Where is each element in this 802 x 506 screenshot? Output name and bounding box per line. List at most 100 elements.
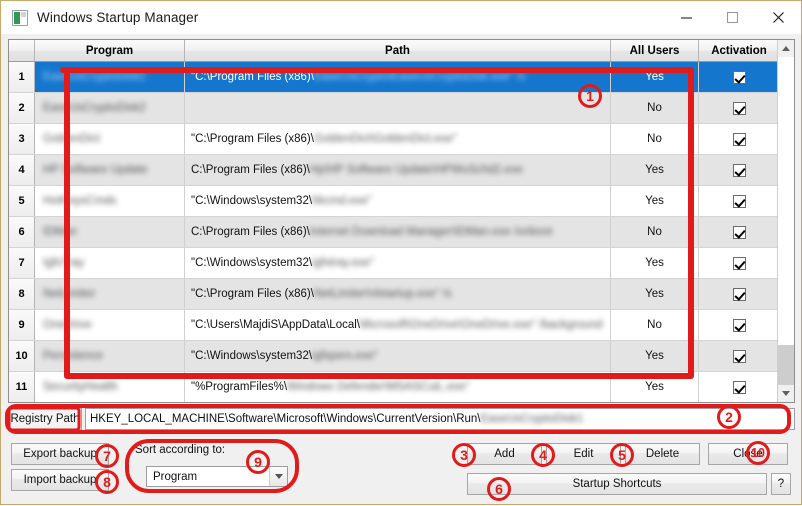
cell-program-value: NetLimiter [43, 288, 96, 300]
scrollbar-thumb[interactable] [778, 345, 794, 385]
cell-program[interactable]: GoldenDict [35, 124, 185, 154]
cell-all-users: Yes [611, 248, 699, 278]
grid-vertical-scrollbar[interactable] [777, 40, 794, 402]
activation-checkbox[interactable] [732, 70, 746, 84]
cell-path[interactable]: "C:\Windows\system32\ igfxpers.exe" [185, 341, 611, 371]
scroll-up-button[interactable] [778, 40, 794, 57]
column-header-path[interactable]: Path [185, 40, 611, 61]
table-row[interactable]: 11 SecurityHealth "%ProgramFiles%\ Windows … [9, 372, 794, 402]
dropdown-arrow-button[interactable] [269, 467, 287, 486]
cell-path[interactable]: C:\Program Files (x86)\ Internet Download… [185, 217, 611, 247]
activation-checkbox[interactable] [732, 225, 746, 239]
export-backup-button[interactable]: Export backup [11, 443, 109, 465]
maximize-button[interactable] [709, 1, 755, 34]
cell-activation[interactable] [699, 217, 779, 247]
cell-activation[interactable] [699, 341, 779, 371]
cell-program[interactable]: IDMan [35, 217, 185, 247]
activation-checkbox[interactable] [732, 287, 746, 301]
cell-path[interactable]: "C:\Windows\system32\ hkcmd.exe" [185, 186, 611, 216]
cell-path[interactable]: "C:\Program Files (x86)\ GoldenDict\Golde… [185, 124, 611, 154]
startup-shortcuts-button[interactable]: Startup Shortcuts [467, 473, 767, 495]
table-row[interactable]: 4 HP Software Update C:\Program Files (x86… [9, 155, 794, 186]
cell-program[interactable]: EaseUsCryptoDisk1 [35, 62, 185, 92]
minimize-button[interactable] [663, 1, 709, 34]
close-button[interactable]: Close [708, 443, 788, 465]
cell-program-value: Persistence [43, 350, 104, 362]
table-row[interactable]: 3 GoldenDict "C:\Program Files (x86)\ Golde… [9, 124, 794, 155]
cell-path[interactable]: "%ProgramFiles%\ Windows Defender\MSASCui… [185, 372, 611, 402]
table-row[interactable]: 8 NetLimiter "C:\Program Files (x86)\ NetLi… [9, 279, 794, 310]
cell-path[interactable]: "C:\Program Files (x86)\ NetLimiter\nlsta… [185, 279, 611, 309]
activation-checkbox[interactable] [732, 132, 746, 146]
activation-checkbox[interactable] [732, 380, 746, 394]
activation-checkbox[interactable] [732, 163, 746, 177]
cell-activation[interactable] [699, 248, 779, 278]
cell-path[interactable]: C:\Program Files (x86)\ Hp\HP Software Up… [185, 155, 611, 185]
delete-button[interactable]: Delete [625, 443, 700, 465]
column-header-activation[interactable]: Activation [699, 40, 779, 61]
cell-program-value: EaseUsCryptoDisk2 [43, 102, 146, 114]
cell-program-value: HP Software Update [43, 164, 148, 176]
cell-path[interactable]: "C:\Windows\system32\ igfxtray.exe" [185, 248, 611, 278]
table-row[interactable]: 1 EaseUsCryptoDisk1 "C:\Program Files (x86… [9, 62, 794, 93]
cell-program[interactable]: NetLimiter [35, 279, 185, 309]
cell-activation[interactable] [699, 124, 779, 154]
cell-program-value: IgfxTray [43, 257, 85, 269]
cell-path[interactable] [185, 93, 611, 123]
cell-activation[interactable] [699, 62, 779, 92]
cell-program[interactable]: Persistence [35, 341, 185, 371]
sort-according-to-label: Sort according to: [135, 444, 226, 456]
cell-path[interactable]: "C:\Program Files (x86)\ EaseUsCrypto\Eas… [185, 62, 611, 92]
scroll-down-button[interactable] [778, 385, 794, 402]
close-window-button[interactable] [755, 1, 801, 34]
activation-checkbox[interactable] [732, 256, 746, 270]
cell-program[interactable]: IgfxTray [35, 248, 185, 278]
activation-checkbox[interactable] [732, 349, 746, 363]
cell-path-value-redacted: igfxpers.exe" [312, 350, 379, 362]
chevron-up-icon [782, 46, 790, 51]
cell-program[interactable]: HotKeysCmds [35, 186, 185, 216]
registry-path-value-redacted: EaseUsCryptoDisk1 [480, 413, 584, 425]
maximize-icon [726, 11, 738, 24]
edit-button[interactable]: Edit [546, 443, 621, 465]
cell-program[interactable]: EaseUsCryptoDisk2 [35, 93, 185, 123]
grid-body[interactable]: 1 EaseUsCryptoDisk1 "C:\Program Files (x86… [9, 62, 794, 402]
activation-checkbox[interactable] [732, 101, 746, 115]
cell-activation[interactable] [699, 310, 779, 340]
cell-program[interactable]: HP Software Update [35, 155, 185, 185]
table-row[interactable]: 2 EaseUsCryptoDisk2 No [9, 93, 794, 124]
activation-checkbox[interactable] [732, 194, 746, 208]
cell-all-users: No [611, 217, 699, 247]
import-backup-button[interactable]: Import backup [11, 469, 109, 491]
cell-path[interactable]: "C:\Users\MajdiS\AppData\Local\ Microsoft… [185, 310, 611, 340]
column-header-program[interactable]: Program [35, 40, 185, 61]
table-row[interactable]: 9 OneDrive "C:\Users\MajdiS\AppData\Local\… [9, 310, 794, 341]
table-row[interactable]: 6 IDMan C:\Program Files (x86)\ Internet Do… [9, 217, 794, 248]
cell-program[interactable]: OneDrive [35, 310, 185, 340]
column-header-all-users[interactable]: All Users [611, 40, 699, 61]
cell-activation[interactable] [699, 93, 779, 123]
minimize-icon [680, 17, 692, 19]
table-row[interactable]: 10 Persistence "C:\Windows\system32\ igfxpe… [9, 341, 794, 372]
row-number: 5 [9, 186, 35, 216]
registry-path-input[interactable]: HKEY_LOCAL_MACHINE\Software\Microsoft\Wi… [85, 408, 795, 430]
row-number: 8 [9, 279, 35, 309]
cell-activation[interactable] [699, 155, 779, 185]
scrollbar-track[interactable] [778, 57, 794, 385]
cell-path-value-redacted: Internet Download Manager\IDMan.exe /onb… [309, 226, 553, 238]
cell-program[interactable]: SecurityHealth [35, 372, 185, 402]
cell-activation[interactable] [699, 186, 779, 216]
table-row[interactable]: 7 IgfxTray "C:\Windows\system32\ igfxtray.e… [9, 248, 794, 279]
close-icon [772, 12, 784, 23]
startup-entries-grid[interactable]: Program Path All Users Activation 1 EaseU… [8, 39, 795, 403]
cell-activation[interactable] [699, 372, 779, 402]
sort-selected-value: Program [153, 470, 198, 483]
cell-activation[interactable] [699, 279, 779, 309]
table-row[interactable]: 5 HotKeysCmds "C:\Windows\system32\ hkcmd.e… [9, 186, 794, 217]
help-button[interactable]: ? [771, 473, 791, 495]
sort-according-to-select[interactable]: Program [146, 466, 288, 487]
add-button[interactable]: Add [467, 443, 542, 465]
activation-checkbox[interactable] [732, 318, 746, 332]
cell-path-value: "C:\Program Files (x86)\ [191, 288, 314, 300]
cell-program-value: SecurityHealth [43, 381, 118, 393]
